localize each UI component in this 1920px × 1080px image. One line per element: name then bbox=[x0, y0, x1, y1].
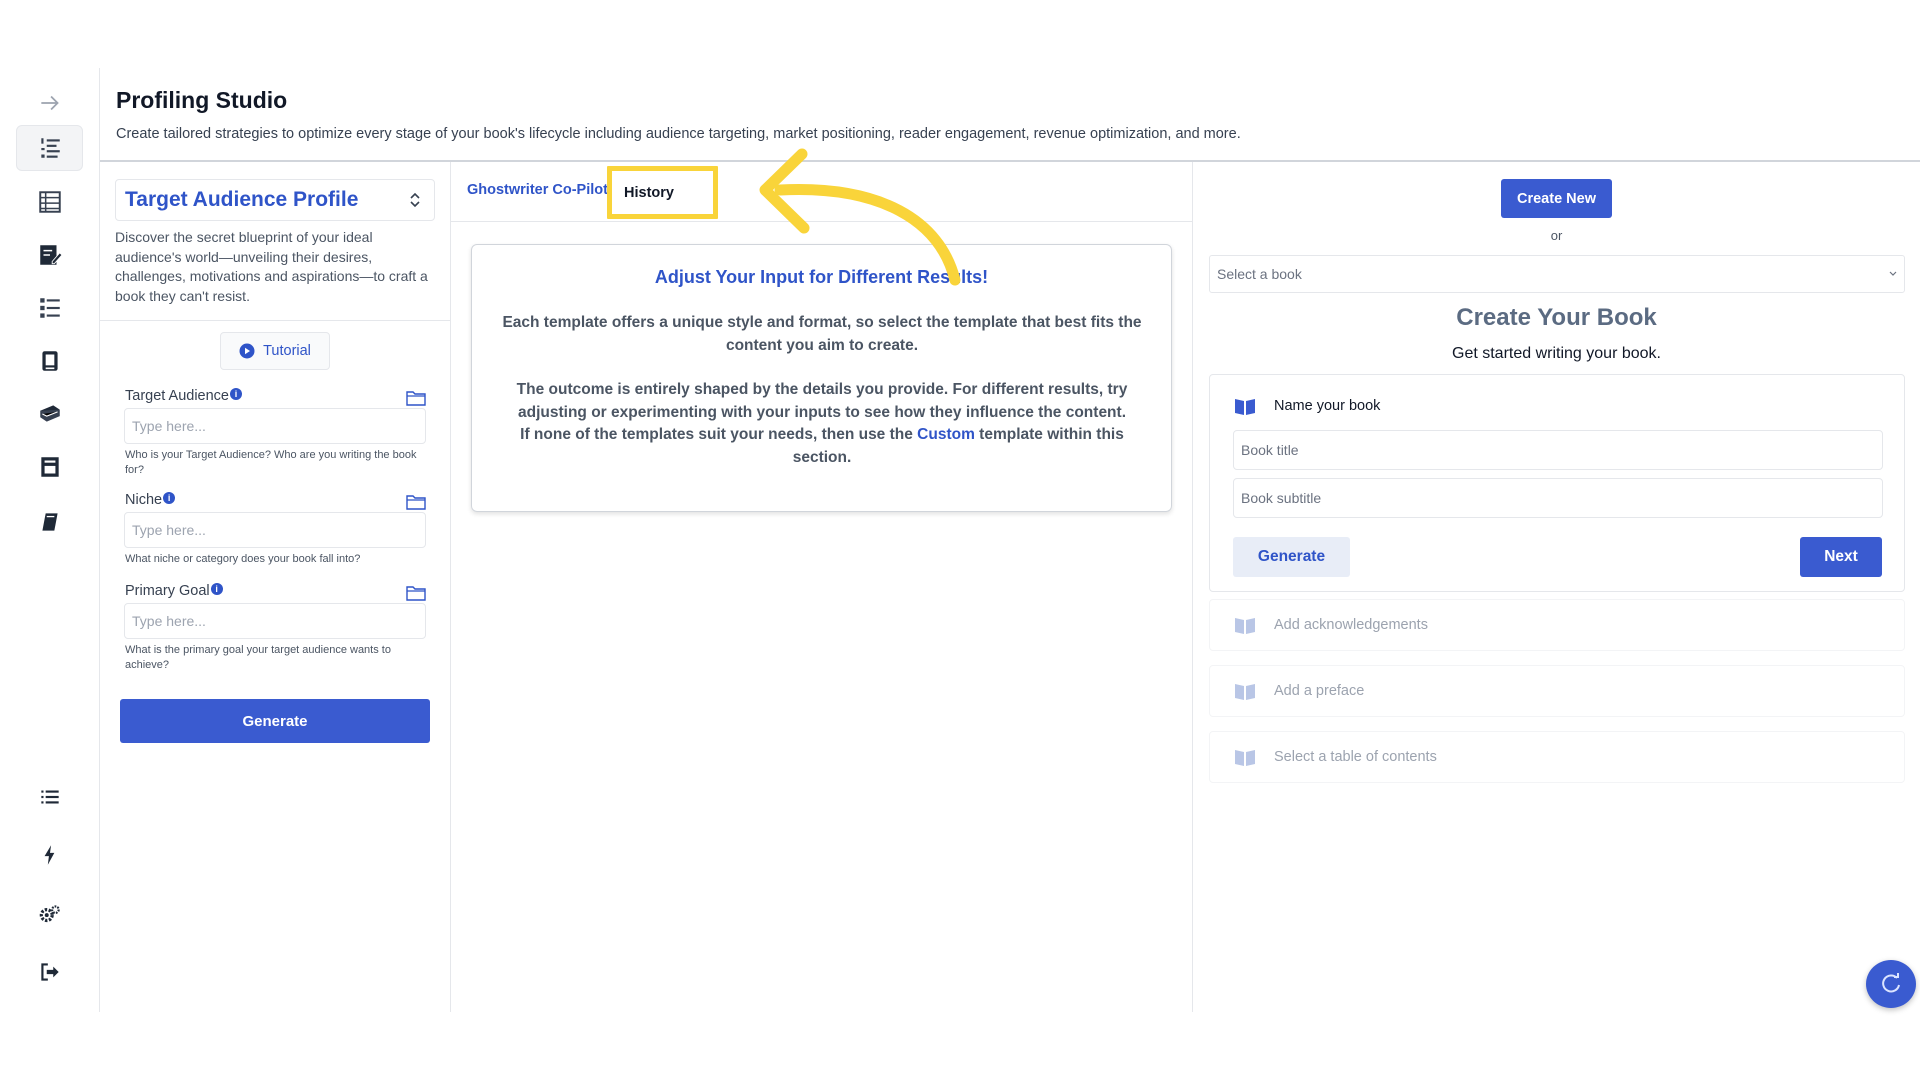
settings-gears-icon bbox=[39, 905, 60, 923]
target-audience-help: Who is your Target Audience? Who are you… bbox=[125, 449, 417, 476]
tab-ghostwriter-co-pilot[interactable]: Ghostwriter Co-Pilot bbox=[467, 182, 608, 198]
info-icon[interactable]: i bbox=[163, 492, 176, 504]
open-book-icon bbox=[1235, 618, 1255, 634]
annotation-arrow-icon bbox=[759, 148, 961, 286]
play-icon bbox=[239, 343, 255, 359]
rail-item-list[interactable] bbox=[16, 774, 83, 820]
profile-description: Discover the secret blueprint of your id… bbox=[115, 229, 428, 304]
book-stack-icon bbox=[41, 351, 58, 371]
logout-icon bbox=[40, 963, 59, 981]
primary-goal-label: Primary Goal i bbox=[125, 583, 223, 599]
books-icon bbox=[39, 405, 60, 422]
storefront-icon bbox=[40, 457, 59, 477]
custom-template-link[interactable]: Custom bbox=[917, 426, 975, 443]
page-header: Profiling Studio Create tailored strateg… bbox=[100, 68, 1920, 162]
niche-input[interactable] bbox=[124, 512, 426, 548]
list-icon bbox=[40, 790, 59, 804]
rail-item-outline[interactable] bbox=[16, 285, 83, 331]
step-header: Name your book bbox=[1234, 397, 1380, 415]
target-audience-input[interactable] bbox=[124, 408, 426, 444]
profile-type-label: Target Audience Profile bbox=[125, 188, 359, 211]
create-book-title: Create Your Book bbox=[1456, 304, 1657, 331]
book-title-input[interactable] bbox=[1233, 430, 1883, 470]
primary-goal-help: What is the primary goal your target aud… bbox=[125, 644, 391, 671]
book-select-placeholder: Select a book bbox=[1217, 266, 1302, 282]
tutorial-button[interactable]: Tutorial bbox=[220, 332, 330, 370]
page-title: Profiling Studio bbox=[116, 87, 288, 113]
rail-item-store[interactable] bbox=[16, 444, 83, 490]
rail-item-editor[interactable] bbox=[16, 232, 83, 278]
niche-help: What niche or category does your book fa… bbox=[125, 553, 361, 565]
primary-goal-input[interactable] bbox=[124, 603, 426, 639]
expand-sidebar-button[interactable] bbox=[16, 80, 83, 126]
numbered-list-icon bbox=[40, 138, 60, 158]
create-new-button[interactable]: Create New bbox=[1501, 179, 1612, 218]
step-table-of-contents[interactable]: Select a table of contents bbox=[1209, 731, 1905, 783]
profile-form-panel: Target Audience Profile Discover the sec… bbox=[100, 162, 451, 1012]
icon-rail bbox=[0, 68, 100, 1012]
chevron-down-icon bbox=[1889, 271, 1897, 276]
rail-item-table[interactable] bbox=[16, 179, 83, 225]
info-paragraph: If none of the templates suit your needs… bbox=[520, 426, 1124, 466]
lightning-icon bbox=[44, 845, 54, 865]
step-preface[interactable]: Add a preface bbox=[1209, 665, 1905, 717]
niche-label: Niche i bbox=[125, 492, 176, 508]
tutorial-label: Tutorial bbox=[263, 343, 311, 359]
expand-arrow-icon bbox=[40, 95, 59, 111]
book-subtitle-input[interactable] bbox=[1233, 478, 1883, 518]
bullet-list-icon bbox=[39, 298, 60, 318]
table-icon bbox=[38, 191, 61, 213]
rail-item-profiling[interactable] bbox=[16, 125, 83, 171]
chevron-up-down-icon bbox=[410, 192, 420, 208]
rail-item-library[interactable] bbox=[16, 391, 83, 437]
page-description: Create tailored strategies to optimize e… bbox=[116, 126, 1241, 142]
folder-icon[interactable] bbox=[406, 494, 426, 510]
info-paragraph: The outcome is entirely shaped by the de… bbox=[516, 381, 1128, 421]
step-label: Add acknowledgements bbox=[1274, 617, 1428, 633]
rail-item-settings[interactable] bbox=[16, 891, 83, 937]
rail-item-books[interactable] bbox=[16, 338, 83, 384]
info-icon[interactable]: i bbox=[230, 388, 242, 400]
generate-title-button[interactable]: Generate bbox=[1233, 537, 1350, 577]
rail-item-notebook[interactable] bbox=[16, 499, 83, 545]
step-label: Select a table of contents bbox=[1274, 749, 1437, 765]
step-label: Add a preface bbox=[1274, 683, 1365, 699]
open-book-icon bbox=[1235, 750, 1255, 766]
support-chat-button[interactable] bbox=[1866, 960, 1916, 1008]
info-paragraph: Each template offers a unique style and … bbox=[502, 314, 1142, 354]
divider bbox=[100, 320, 451, 321]
target-audience-label: Target Audience i bbox=[125, 388, 242, 404]
open-book-icon bbox=[1235, 684, 1255, 700]
info-icon[interactable]: i bbox=[210, 583, 223, 595]
generate-button[interactable]: Generate bbox=[120, 699, 430, 743]
rail-item-logout[interactable] bbox=[16, 949, 83, 995]
app: Profiling Studio Create tailored strateg… bbox=[0, 0, 1920, 1080]
book-builder-panel: Create New or Select a book Create Your … bbox=[1193, 162, 1920, 1012]
open-book-icon bbox=[1235, 399, 1255, 415]
step-label: Name your book bbox=[1274, 398, 1381, 414]
notebook-icon bbox=[41, 513, 58, 531]
folder-icon[interactable] bbox=[406, 585, 426, 601]
next-button[interactable]: Next bbox=[1800, 537, 1882, 577]
step-acknowledgements[interactable]: Add acknowledgements bbox=[1209, 599, 1905, 651]
folder-icon[interactable] bbox=[406, 390, 426, 406]
step-name-book: Name your book Generate Next bbox=[1209, 374, 1905, 592]
or-separator: or bbox=[1550, 228, 1563, 243]
refresh-icon bbox=[1882, 973, 1900, 993]
highlight-box bbox=[607, 166, 718, 219]
rail-item-quick[interactable] bbox=[16, 832, 83, 878]
profile-type-select[interactable]: Target Audience Profile bbox=[115, 179, 435, 221]
book-select[interactable]: Select a book bbox=[1209, 255, 1905, 293]
create-book-subtitle: Get started writing your book. bbox=[1452, 345, 1661, 362]
edit-document-icon bbox=[39, 245, 63, 265]
